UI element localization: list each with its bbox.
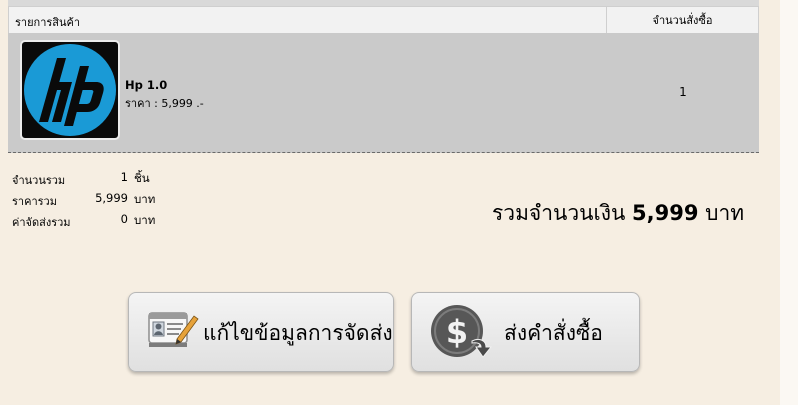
dollar-arrow-icon: $ — [431, 305, 493, 358]
product-price: ราคา : 5,999 .- — [125, 97, 204, 110]
table-row: Hp 1.0 ราคา : 5,999 .- 1 — [8, 33, 759, 153]
edit-shipping-button[interactable]: แก้ไขข้อมูลการจัดส่ง — [128, 292, 394, 372]
summary-price-label: ราคารวม — [12, 195, 57, 208]
summary-price-value: 5,999 — [95, 191, 128, 205]
product-quantity: 1 — [679, 85, 687, 99]
cart-table-header: รายการสินค้า จำนวนสั่งซื้อ — [8, 6, 759, 34]
edit-shipping-label: แก้ไขข้อมูลการจัดส่ง — [203, 321, 393, 345]
product-name[interactable]: Hp 1.0 — [125, 78, 167, 92]
grand-total: รวมจำนวนเงิน 5,999 บาท — [492, 197, 744, 230]
hp-logo-icon — [24, 44, 116, 136]
id-card-edit-icon — [148, 312, 199, 347]
header-product: รายการสินค้า — [15, 16, 81, 29]
product-image[interactable] — [20, 40, 120, 140]
summary-qty-value: 1 — [120, 170, 128, 184]
cart-table: รายการสินค้า จำนวนสั่งซื้อ Hp 1.0 ราคา :… — [8, 6, 759, 153]
summary-qty-unit: ชิ้น — [134, 171, 150, 185]
header-quantity: จำนวนสั่งซื้อ — [606, 7, 758, 34]
grand-total-label: รวมจำนวนเงิน — [492, 201, 626, 225]
summary-shipping-value: 0 — [120, 212, 128, 226]
summary-shipping-unit: บาท — [134, 213, 156, 227]
summary-qty-label: จำนวนรวม — [12, 174, 66, 187]
grand-total-amount: 5,999 — [632, 201, 699, 225]
page-right-margin — [780, 0, 798, 405]
summary-shipping-label: ค่าจัดส่งรวม — [12, 216, 71, 229]
svg-text:$: $ — [446, 313, 468, 351]
grand-total-unit: บาท — [705, 201, 745, 225]
summary-price-unit: บาท — [134, 192, 156, 206]
submit-order-label: ส่งคำสั่งซื้อ — [504, 321, 603, 345]
submit-order-button[interactable]: $ ส่งคำสั่งซื้อ — [411, 292, 640, 372]
